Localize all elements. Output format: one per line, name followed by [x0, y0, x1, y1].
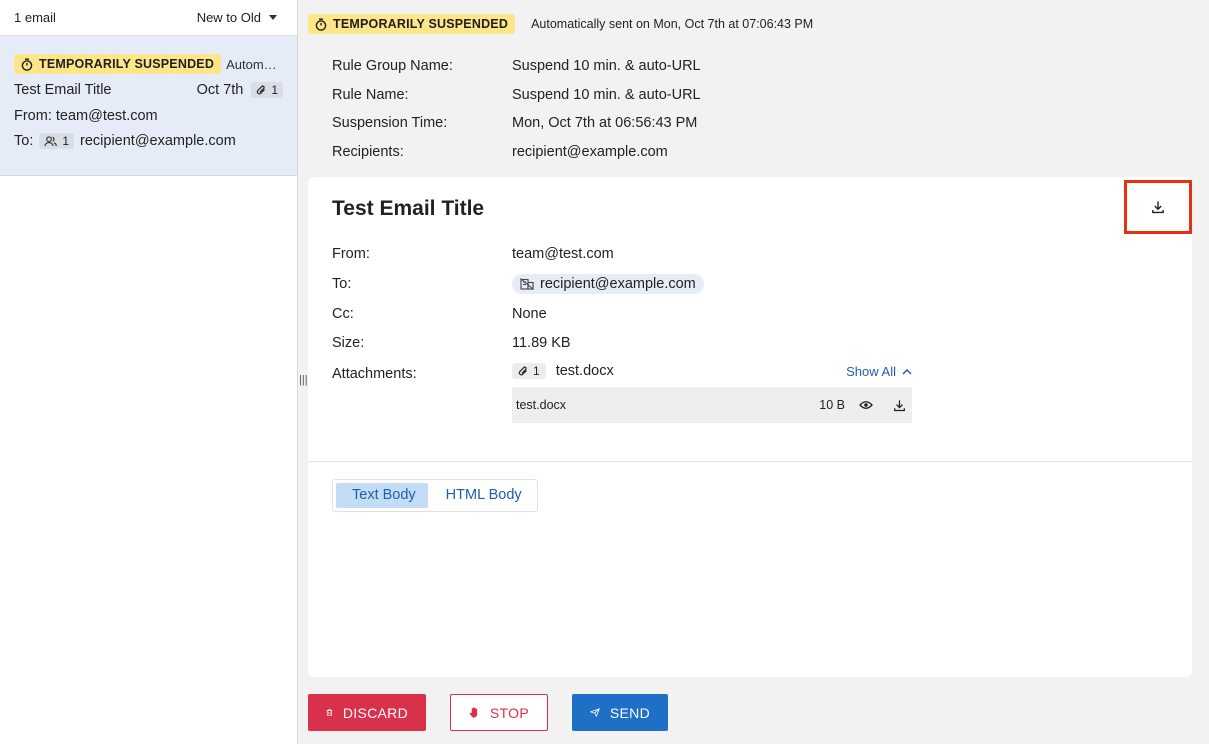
from-value: team@test.com: [512, 246, 614, 262]
list-item[interactable]: TEMPORARILY SUSPENDED Automati… Test Ema…: [0, 36, 297, 176]
recipients-value: recipient@example.com: [512, 143, 668, 160]
size-value: 11.89 KB: [512, 335, 571, 351]
attachment-count-pill: 1: [251, 82, 283, 98]
show-all-label: Show All: [846, 363, 896, 379]
tab-html-body[interactable]: HTML Body: [430, 483, 534, 508]
recipients-label: Recipients:: [332, 143, 404, 160]
divider: [308, 461, 1192, 462]
to-row: To: recipient@example.com: [332, 269, 912, 299]
chevron-up-icon: [902, 368, 912, 375]
status-badge: TEMPORARILY SUSPENDED: [308, 14, 516, 34]
recipient-count: 1: [62, 134, 70, 148]
stop-label: STOP: [489, 704, 529, 721]
show-all-toggle[interactable]: Show All: [846, 364, 912, 379]
attachment-size: 10 B: [819, 398, 845, 412]
cc-value: None: [512, 306, 547, 322]
suspension-time-value: Mon, Oct 7th at 06:56:43 PM: [512, 115, 698, 132]
timer-icon: [315, 18, 327, 31]
attachment-row: test.docx 10 B: [512, 387, 912, 423]
people-icon: [44, 135, 58, 146]
email-subject: Test Email Title: [332, 197, 485, 220]
timer-icon: [21, 58, 33, 71]
rule-name-row: Rule Name: Suspend 10 min. & auto-URL: [332, 81, 701, 110]
item-to-prefix: To:: [14, 133, 34, 149]
status-badge-label: TEMPORARILY SUSPENDED: [39, 57, 215, 71]
send-button[interactable]: SEND: [572, 694, 668, 731]
list-header: 1 email New to Old: [0, 0, 297, 36]
auto-sent-snippet: Automati…: [226, 56, 283, 72]
trash-icon: [326, 709, 333, 716]
attachment-row-name: test.docx: [516, 398, 567, 412]
send-icon: [590, 708, 600, 717]
download-email-button[interactable]: [1124, 180, 1192, 234]
email-meta: From: team@test.com To: recipient@exampl…: [332, 239, 912, 423]
item-to: recipient@example.com: [80, 133, 236, 149]
email-card: Test Email Title From: team@test.com To:…: [308, 177, 1192, 677]
attachment-name: test.docx: [555, 363, 614, 379]
preview-attachment-button[interactable]: [859, 400, 873, 410]
suspension-header: TEMPORARILY SUSPENDED Automatically sent…: [308, 14, 813, 34]
download-icon: [1152, 201, 1164, 214]
recipients-row: Recipients: recipient@example.com: [332, 138, 701, 167]
email-count: 1 email: [14, 10, 56, 25]
rule-name-value: Suspend 10 min. & auto-URL: [512, 86, 701, 103]
item-from: From: team@test.com: [14, 108, 158, 124]
recipient-chip-label: recipient@example.com: [540, 276, 696, 292]
email-list-pane: 1 email New to Old TEMPORARILY SUSPENDED…: [0, 0, 298, 744]
cc-row: Cc: None: [332, 299, 912, 329]
auto-sent-text: Automatically sent on Mon, Oct 7th at 07…: [531, 17, 814, 31]
attachments-row: Attachments: 1 test.docx Show All test.d…: [332, 363, 912, 423]
status-badge: TEMPORARILY SUSPENDED: [14, 54, 222, 74]
rule-group-row: Rule Group Name: Suspend 10 min. & auto-…: [332, 52, 701, 81]
sort-dropdown[interactable]: New to Old: [197, 10, 277, 25]
attachment-count-pill: 1: [512, 363, 546, 379]
rule-info: Rule Group Name: Suspend 10 min. & auto-…: [332, 52, 701, 166]
eye-icon: [859, 401, 873, 409]
sort-label: New to Old: [196, 10, 261, 25]
rule-name-label: Rule Name:: [332, 86, 409, 103]
send-label: SEND: [609, 704, 650, 721]
cc-label: Cc:: [332, 306, 354, 322]
item-subject: Test Email Title: [14, 82, 112, 98]
suspension-time-row: Suspension Time: Mon, Oct 7th at 06:56:4…: [332, 109, 701, 138]
rule-group-label: Rule Group Name:: [332, 58, 453, 75]
paperclip-icon: [257, 85, 266, 94]
email-detail-pane: TEMPORARILY SUSPENDED Automatically sent…: [298, 0, 1209, 744]
action-bar: DISCARD STOP SEND: [308, 694, 668, 731]
item-date: Oct 7th: [196, 82, 244, 98]
attachments-label: Attachments:: [332, 366, 417, 382]
body-tabs: Text Body HTML Body: [332, 479, 538, 512]
discard-button[interactable]: DISCARD: [308, 694, 426, 731]
tab-text-body[interactable]: Text Body: [336, 483, 428, 508]
caret-down-icon: [269, 15, 277, 20]
status-badge-label: TEMPORARILY SUSPENDED: [333, 17, 509, 31]
stop-button[interactable]: STOP: [450, 694, 548, 731]
download-attachment-button[interactable]: [893, 399, 906, 412]
recipient-count-pill: 1: [39, 133, 75, 149]
size-row: Size: 11.89 KB: [332, 329, 912, 357]
rule-group-value: Suspend 10 min. & auto-URL: [512, 58, 701, 75]
attachment-count: 1: [271, 83, 278, 97]
to-label: To:: [332, 276, 352, 292]
attachments-block: 1 test.docx Show All test.docx 10 B: [512, 363, 912, 423]
paperclip-icon: [518, 366, 527, 375]
from-label: From:: [332, 246, 370, 262]
suspension-time-label: Suspension Time:: [332, 115, 448, 132]
recipient-chip[interactable]: recipient@example.com: [512, 274, 704, 294]
attachment-count: 1: [533, 364, 540, 378]
from-row: From: team@test.com: [332, 239, 912, 269]
download-icon: [894, 399, 905, 411]
hand-stop-icon: [469, 707, 478, 718]
size-label: Size:: [332, 335, 365, 351]
building-icon: [520, 278, 534, 290]
discard-label: DISCARD: [342, 704, 408, 721]
